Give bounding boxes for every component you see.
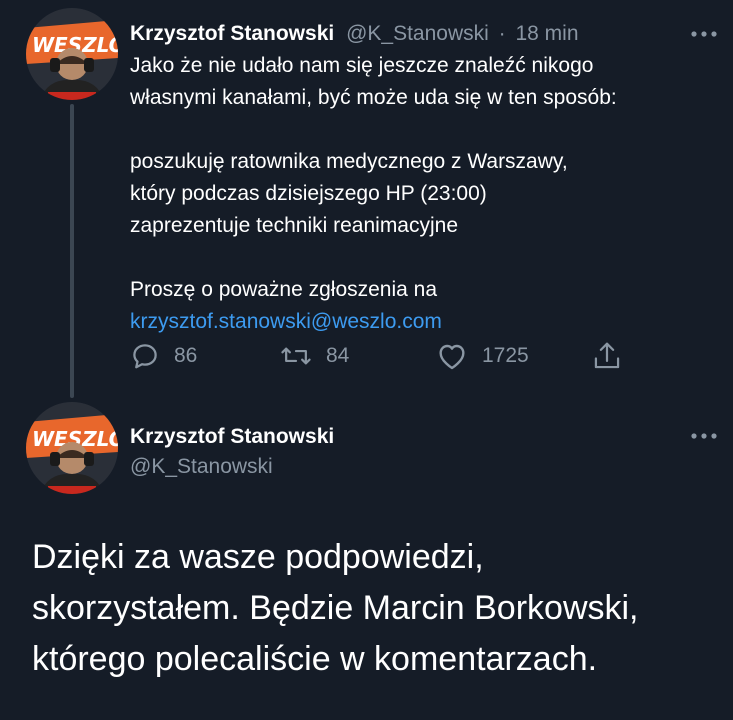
tweet-line: Proszę o poważne zgłoszenia na [130,278,438,301]
reply-button[interactable]: 86 [130,336,197,376]
like-button[interactable]: 1725 [436,336,529,376]
tweet-line: którego polecaliście w komentarzach. [32,640,598,678]
tweet-actions: 86 84 1725 [130,336,730,376]
more-horizontal-icon[interactable] [684,428,724,444]
author-name[interactable]: Krzysztof Stanowski [130,422,334,452]
retweet-count: 84 [326,344,350,367]
tweet-text: Dzięki za wasze podpowiedzi, skorzystałe… [32,532,722,685]
author-handle[interactable]: @K_Stanowski [130,452,273,482]
retweet-button[interactable]: 84 [280,336,349,376]
separator-dot: · [498,22,506,45]
more-horizontal-icon[interactable] [684,26,724,42]
avatar-image: WESZLO [26,402,118,494]
retweet-icon [281,347,311,365]
author-name[interactable]: Krzysztof Stanowski [130,22,334,45]
tweet-line: zaprezentuje techniki reanimacyjne [130,214,459,237]
avatar[interactable]: WESZLO [26,8,118,100]
tweet-line: Dzięki za wasze podpowiedzi, [32,538,484,576]
share-button[interactable] [592,336,622,376]
tweet-line: który podczas dzisiejszego HP (23:00) [130,182,487,205]
avatar[interactable]: WESZLO [26,402,118,494]
tweet-header: Krzysztof Stanowski @K_Stanowski · 18 mi… [130,18,579,50]
tweet-line: własnymi kanałami, być może uda się w te… [130,86,617,109]
thread-connector-line [70,104,74,398]
email-link[interactable]: krzysztof.stanowski@weszlo.com [130,310,442,333]
tweet-text: Jako że nie udało nam się jeszcze znaleź… [130,50,730,338]
tweet-line: skorzystałem. Będzie Marcin Borkowski, [32,589,639,627]
tweet-timestamp[interactable]: 18 min [515,22,578,45]
share-icon [594,342,620,369]
tweet-line: poszukuję ratownika medycznego z Warszaw… [130,150,568,173]
like-count: 1725 [482,344,529,367]
reply-count: 86 [174,344,198,367]
avatar-image: WESZLO [26,8,118,100]
heart-icon [439,344,465,370]
author-handle[interactable]: @K_Stanowski [346,22,489,45]
tweet-line: Jako że nie udało nam się jeszcze znaleź… [130,54,594,77]
reply-icon [133,344,157,369]
